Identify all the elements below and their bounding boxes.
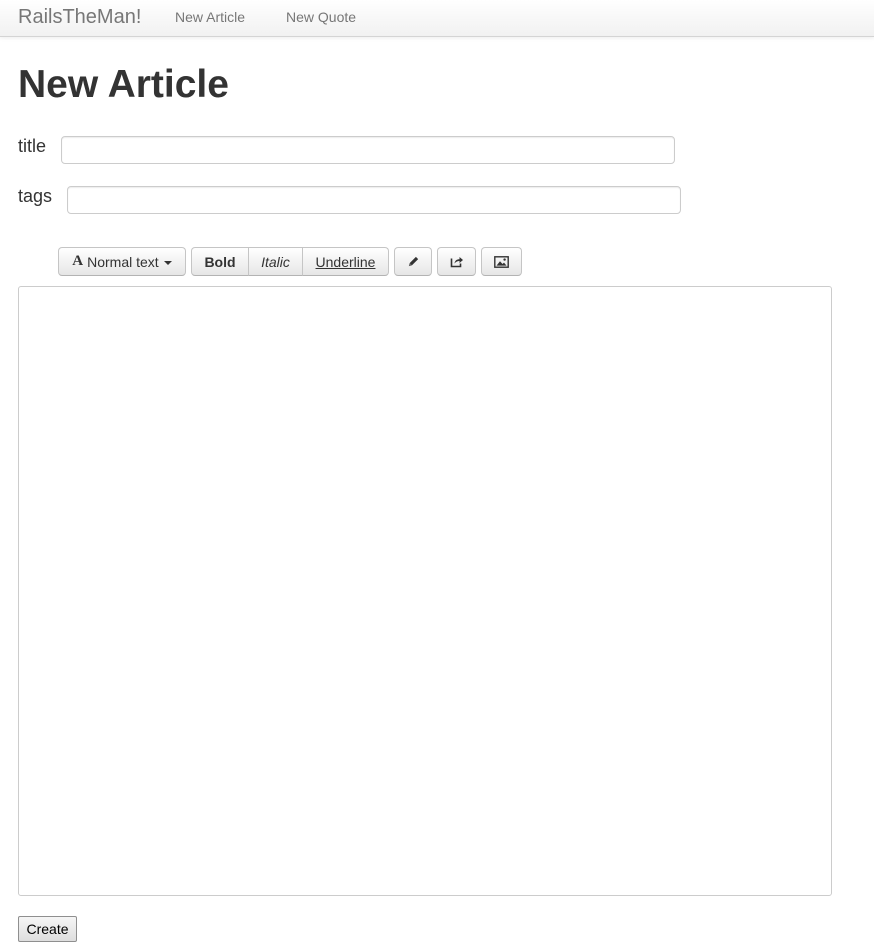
share-button[interactable]	[437, 247, 476, 276]
underline-button[interactable]: Underline	[302, 247, 389, 276]
bold-button[interactable]: Bold	[191, 247, 249, 276]
pencil-icon	[407, 255, 420, 268]
nav-link-new-quote[interactable]: New Quote	[286, 9, 356, 25]
page-title: New Article	[18, 63, 229, 106]
nav-link-new-article[interactable]: New Article	[175, 9, 245, 25]
pencil-button[interactable]	[394, 247, 432, 276]
create-button[interactable]: Create	[18, 916, 77, 942]
font-style-dropdown[interactable]: A Normal text	[58, 247, 186, 276]
share-icon	[450, 255, 464, 268]
tags-input[interactable]	[67, 186, 681, 214]
title-input[interactable]	[61, 136, 675, 164]
insert-image-button[interactable]	[481, 247, 522, 276]
title-label: title	[18, 136, 47, 156]
font-icon: A	[72, 253, 84, 269]
tags-label: tags	[18, 186, 53, 206]
caret-down-icon	[163, 260, 172, 265]
brand-link[interactable]: RailsTheMan!	[18, 6, 141, 29]
navbar: RailsTheMan! New Article New Quote	[0, 0, 874, 37]
font-style-label: Normal text	[87, 253, 159, 270]
italic-button[interactable]: Italic	[248, 247, 303, 276]
image-icon	[494, 255, 509, 268]
article-body-editor[interactable]	[18, 286, 832, 896]
